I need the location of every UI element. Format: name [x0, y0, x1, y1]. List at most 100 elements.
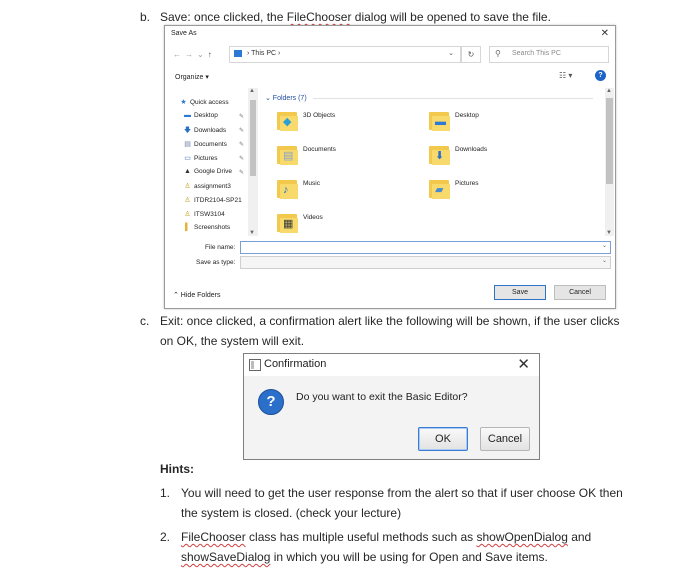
folder-user-icon: ♙ — [184, 211, 191, 218]
nav-item-label: Quick access — [190, 99, 229, 106]
chevron-down-icon[interactable]: ⌄ — [448, 49, 454, 57]
hint-1-marker: 1. — [160, 486, 171, 500]
search-icon: ⚲ — [495, 49, 501, 58]
folder-videos-icon[interactable]: ▦ — [277, 212, 299, 234]
chevron-down-icon[interactable]: ⌄ — [602, 257, 607, 264]
scroll-up-icon[interactable]: ▲ — [249, 88, 255, 94]
confirmation-title: Confirmation — [264, 358, 327, 370]
folder-user-icon: ♙ — [184, 183, 191, 190]
nav-item-label: Pictures — [194, 155, 218, 162]
nav-item-label: Screenshots — [194, 224, 231, 231]
folder-icon: ▌ — [185, 224, 190, 231]
this-pc-icon — [234, 50, 242, 57]
folder-label-downloads[interactable]: Downloads — [455, 146, 487, 153]
document-icon: ▤ — [184, 141, 191, 148]
recent-locations-icon[interactable]: ⌄ — [197, 50, 208, 59]
scrollbar-thumb[interactable] — [250, 100, 256, 176]
scroll-up-icon[interactable]: ▲ — [606, 88, 612, 94]
folder-downloads-icon[interactable]: ⬇ — [429, 144, 451, 166]
cancel-button[interactable]: Cancel — [554, 285, 606, 300]
save-as-type-label: Save as type: — [196, 259, 236, 266]
hint-1-line2: the system is closed. (check your lectur… — [181, 506, 402, 520]
scroll-down-icon[interactable]: ▼ — [249, 230, 255, 236]
refresh-icon[interactable]: ↻ — [461, 46, 481, 63]
folder-label-pictures[interactable]: Pictures — [455, 180, 478, 187]
question-icon: ? — [258, 389, 284, 415]
chevron-down-icon[interactable]: ⌄ — [602, 242, 607, 249]
ok-button[interactable]: OK — [418, 427, 468, 451]
item-b-filechooser: FileChooser — [286, 10, 352, 24]
help-icon[interactable]: ? — [595, 70, 606, 81]
address-path: › This PC › — [247, 50, 281, 57]
nav-item-desktop[interactable]: ▬ Desktop — [183, 112, 218, 119]
organize-button[interactable]: Organize ▾ — [175, 73, 209, 81]
nav-item-itsw3104[interactable]: ♙ ITSW3104 — [183, 210, 224, 218]
forward-arrow-icon[interactable]: → — [185, 50, 197, 59]
item-c-line2: on OK, the system will exit. — [160, 334, 305, 348]
desktop-icon: ▬ — [184, 112, 191, 119]
folder-label-videos[interactable]: Videos — [303, 214, 323, 221]
item-c-line1: Exit: once clicked, a confirmation alert… — [160, 314, 620, 328]
hint-2-line2: showSaveDialog in which you will be usin… — [181, 550, 548, 564]
google-drive-icon: ▲ — [184, 168, 191, 175]
nav-item-label: Google Drive — [194, 168, 232, 175]
up-arrow-icon[interactable]: ↑ — [208, 50, 216, 59]
hide-folders-button[interactable]: ⌃ Hide Folders — [173, 291, 221, 299]
cancel-button[interactable]: Cancel — [480, 427, 530, 451]
folder-desktop-icon[interactable]: ▬ — [429, 110, 451, 132]
nav-item-label: Desktop — [194, 112, 218, 119]
folder-label-music[interactable]: Music — [303, 180, 320, 187]
folder-label-documents[interactable]: Documents — [303, 146, 336, 153]
save-as-dialog: Save As ✕ ←→⌄↑ › This PC › ⌄ ↻ ⚲ Search … — [164, 25, 616, 309]
nav-item-label: ITDR2104-SP21 — [194, 197, 242, 204]
scroll-down-icon[interactable]: ▼ — [606, 230, 612, 236]
download-icon: 🡇 — [183, 127, 192, 134]
nav-item-label: Downloads — [194, 127, 227, 134]
nav-item-downloads[interactable]: 🡇 Downloads — [183, 126, 226, 137]
folder-pictures-icon[interactable]: ▰ — [429, 178, 451, 200]
nav-item-itdr2104[interactable]: ♙ ITDR2104-SP21 — [183, 196, 242, 204]
address-bar[interactable]: › This PC › ⌄ — [229, 46, 461, 63]
search-placeholder: Search This PC — [512, 50, 561, 57]
folders-group-header[interactable]: ⌄ Folders (7) — [265, 94, 307, 102]
save-button[interactable]: Save — [494, 285, 546, 300]
folder-user-icon: ♙ — [184, 197, 191, 204]
folder-music-icon[interactable]: ♪ — [277, 178, 299, 200]
scrollbar-thumb[interactable] — [606, 98, 613, 184]
nav-item-screenshots[interactable]: ▌ Screenshots — [183, 224, 230, 231]
nav-item-quick-access[interactable]: ★ Quick access — [179, 98, 229, 106]
nav-item-pictures[interactable]: ▭ Pictures — [183, 154, 217, 162]
folder-label-desktop[interactable]: Desktop — [455, 112, 479, 119]
folders-scrollbar[interactable]: ▲ ▼ — [605, 88, 614, 236]
nav-item-label: Documents — [194, 141, 227, 148]
nav-item-documents[interactable]: ▤ Documents — [183, 140, 227, 148]
window-icon — [249, 359, 261, 371]
nav-item-google-drive[interactable]: ▲ Google Drive — [183, 168, 232, 175]
folder-3d-objects-icon[interactable]: ◆ — [277, 110, 299, 132]
folder-documents-icon[interactable]: ▤ — [277, 144, 299, 166]
list-marker-c: c. — [140, 314, 150, 328]
view-options-icon[interactable]: ☷ ▾ — [559, 71, 572, 80]
item-b-text-before: Save: once clicked, the — [160, 10, 287, 24]
pictures-icon: ▭ — [184, 155, 191, 162]
item-b-text-after: dialog will be opened to save the file. — [351, 10, 551, 24]
file-name-label: File name: — [205, 244, 236, 251]
file-name-input[interactable]: ⌄ — [240, 241, 611, 254]
folders-divider — [313, 98, 593, 99]
folder-label-3d-objects[interactable]: 3D Objects — [303, 112, 335, 119]
hints-heading: Hints: — [160, 462, 194, 476]
hint-2-line1: FileChooser class has multiple useful me… — [181, 530, 591, 544]
confirmation-message: Do you want to exit the Basic Editor? — [296, 391, 468, 403]
confirmation-titlebar: Confirmation ✕ — [244, 354, 539, 376]
pin-icon: ✎ — [239, 156, 245, 162]
hint-1-line1: You will need to get the user response f… — [181, 486, 623, 500]
nav-item-assignment3[interactable]: ♙ assignment3 — [183, 182, 231, 190]
close-icon[interactable]: ✕ — [601, 28, 609, 39]
search-input[interactable]: ⚲ Search This PC — [489, 46, 609, 63]
nav-pane-scrollbar[interactable]: ▲ ▼ — [248, 88, 258, 236]
back-arrow-icon[interactable]: ← — [173, 50, 185, 59]
close-icon[interactable]: ✕ — [517, 355, 530, 373]
save-as-type-select[interactable]: ⌄ — [240, 256, 611, 269]
nav-item-label: assignment3 — [194, 183, 231, 190]
pin-icon: ✎ — [239, 170, 245, 176]
